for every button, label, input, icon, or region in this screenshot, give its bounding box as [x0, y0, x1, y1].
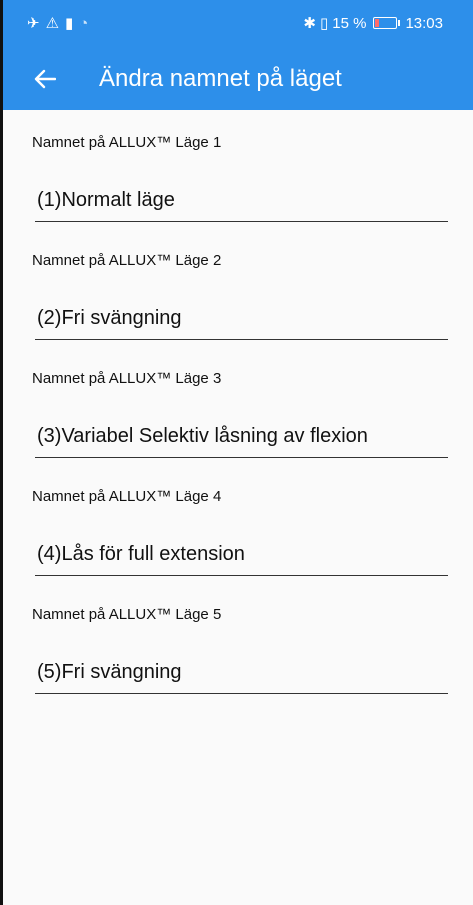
mode-1-field: Namnet på ALLUX™ Läge 1 [3, 118, 473, 236]
battery-percent: 15 % [332, 14, 367, 32]
status-right: ✱ ▯ 15 % 13:03 [303, 14, 443, 33]
mode-5-label: Namnet på ALLUX™ Läge 5 [32, 606, 222, 623]
bluetooth-icon: ✱ [303, 15, 316, 32]
mode-3-field: Namnet på ALLUX™ Läge 3 [3, 354, 473, 472]
mode-4-field: Namnet på ALLUX™ Läge 4 [3, 472, 473, 590]
page-title: Ändra namnet på läget [99, 65, 342, 92]
app-bar: Ändra namnet på läget [3, 48, 473, 110]
vibrate-icon: ▯ [319, 15, 329, 32]
status-left-icons: ✈ ⚠ ▮ ◔ [27, 14, 89, 33]
warning-icon: ⚠ [45, 15, 60, 32]
battery-icon [373, 17, 401, 29]
mode-3-name-input[interactable] [35, 418, 448, 458]
mode-5-field: Namnet på ALLUX™ Läge 5 [3, 590, 473, 708]
mode-2-name-input[interactable] [35, 300, 448, 340]
mode-1-label: Namnet på ALLUX™ Läge 1 [32, 134, 222, 151]
mode-5-name-input[interactable] [35, 654, 448, 694]
mode-4-label: Namnet på ALLUX™ Läge 4 [32, 488, 222, 505]
arrow-left-icon [34, 69, 56, 89]
status-bar: ✈ ⚠ ▮ ◔ ✱ ▯ 15 % 13:03 [3, 0, 473, 48]
mode-1-name-input[interactable] [35, 182, 448, 222]
mode-2-label: Namnet på ALLUX™ Läge 2 [32, 252, 222, 269]
mode-3-label: Namnet på ALLUX™ Läge 3 [32, 370, 222, 387]
mode-2-field: Namnet på ALLUX™ Läge 2 [3, 236, 473, 354]
back-button[interactable] [27, 62, 63, 96]
airplane-mode-icon: ✈ [27, 15, 40, 32]
clock: 13:03 [405, 14, 443, 32]
wifi-icon: ◔ [79, 14, 89, 32]
battery-saver-icon: ▮ [65, 15, 74, 32]
mode-4-name-input[interactable] [35, 536, 448, 576]
